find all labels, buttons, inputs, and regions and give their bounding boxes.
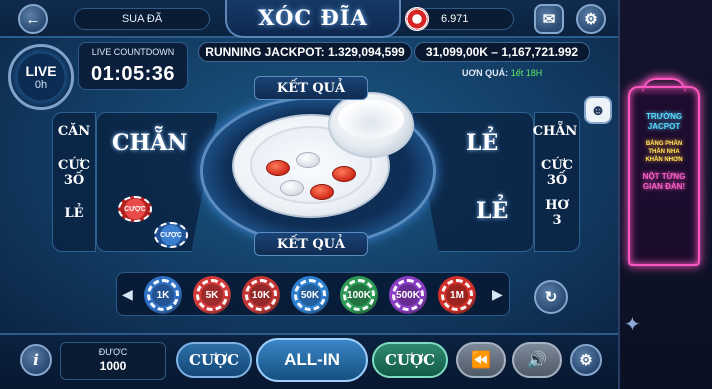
info-button[interactable]: i	[20, 344, 52, 376]
chip-5k[interactable]: 5K	[193, 276, 231, 314]
neon-line-1: TRƯỜNG JACPOT	[645, 112, 683, 131]
running-jackpot: RUNNING JACKPOT: 1.329,094,599	[198, 42, 412, 62]
coin-red	[310, 184, 334, 200]
bet-button-left[interactable]: CƯỢC	[176, 342, 252, 378]
bet-left-3[interactable]: LẺ	[52, 206, 96, 221]
gear-icon: ⚙	[579, 352, 593, 369]
chip-1m[interactable]: 1M	[438, 276, 476, 314]
settings-button-top[interactable]: ⚙	[576, 4, 606, 34]
coin-white	[296, 152, 320, 168]
arrow-left-icon: ←	[25, 10, 41, 28]
coin-red	[266, 160, 290, 176]
bet-right-3[interactable]: HƠ 3	[534, 198, 580, 228]
game-stage: ← SUA ĐÃ XÓC ĐĨA 6.971 ✉ ⚙ LIVE 0h LIVE …	[0, 0, 712, 389]
mail-icon: ✉	[542, 11, 556, 28]
le-label-bottom: LẺ	[476, 198, 509, 224]
result-tab-bottom[interactable]: KẾT QUẢ	[254, 232, 368, 256]
chip-10k[interactable]: 10K	[242, 276, 280, 314]
live-countdown: LIVE COUNTDOWN 01:05:36	[78, 42, 188, 90]
placed-chip: CƯỢC	[154, 222, 188, 248]
countdown-value: 01:05:36	[90, 63, 176, 85]
speaker-icon: 🔊	[527, 352, 547, 369]
bet-right-1[interactable]: CHẴN	[530, 124, 580, 139]
avatar-button[interactable]: ☻	[584, 96, 612, 124]
username-display: SUA ĐÃ	[74, 8, 210, 30]
history-button[interactable]: ↻	[534, 280, 568, 314]
all-in-button[interactable]: ALL-IN	[256, 338, 368, 382]
live-badge[interactable]: LIVE 0h	[8, 44, 74, 110]
chip-100k[interactable]: 100K	[340, 276, 378, 314]
mail-button[interactable]: ✉	[534, 4, 564, 34]
chip-50k[interactable]: 50K	[291, 276, 329, 314]
rewind-icon: ⏪	[471, 352, 491, 369]
balance-display: 6.971	[405, 7, 514, 31]
sound-button[interactable]: 🔊	[512, 342, 562, 378]
jackpot-secondary: 31,099,00K – 1,167,721.992	[414, 42, 590, 62]
live-label: LIVE	[25, 63, 57, 79]
bet-right-2[interactable]: CỨC 3Ố	[534, 158, 580, 188]
chip-prev-arrow[interactable]: ◀	[122, 286, 133, 303]
le-label-top: LẺ	[466, 130, 499, 156]
info-icon: i	[33, 351, 39, 369]
winner-prefix: UƠN QUÁ:	[462, 68, 509, 78]
neon-line-2: BẢNG PHẦN THẦN NHA KHẦN NHƠN	[645, 141, 683, 163]
countdown-label: LIVE COUNTDOWN	[91, 47, 175, 57]
sparkle-icon: ✦	[624, 314, 641, 336]
bet-left-2[interactable]: CỨC 3Ố	[52, 158, 96, 188]
winner-value: 1ết 18H	[510, 68, 543, 78]
chip-1k[interactable]: 1K	[144, 276, 182, 314]
chip-icon	[405, 7, 429, 31]
prize-label: ĐƯỢC	[98, 347, 128, 357]
coin-red	[332, 166, 356, 182]
neon-sign[interactable]: TRƯỜNG JACPOT BẢNG PHẦN THẦN NHA KHẦN NH…	[628, 86, 700, 266]
gear-icon: ⚙	[584, 11, 598, 28]
balance-value: 6.971	[441, 13, 469, 25]
user-icon: ☻	[590, 101, 606, 119]
neon-line-3: NỘT TỪNG GIAN ĐÀN!	[642, 172, 686, 191]
bet-button-right[interactable]: CƯỢC	[372, 342, 448, 378]
placed-chip: CƯỢC	[118, 196, 152, 222]
chip-next-arrow[interactable]: ▶	[492, 286, 503, 303]
prize-value: 1000	[99, 359, 127, 373]
game-title: XÓC ĐĨA	[225, 0, 401, 38]
coin-white	[280, 180, 304, 196]
result-tab-top[interactable]: KẾT QUẢ	[254, 76, 368, 100]
rewind-button[interactable]: ⏪	[456, 342, 506, 378]
bowl-inner	[338, 100, 404, 138]
bet-left-1[interactable]: CĂN	[52, 124, 96, 139]
back-button[interactable]: ←	[18, 4, 48, 34]
chip-500k[interactable]: 500K	[389, 276, 427, 314]
live-sub: 0h	[34, 79, 48, 91]
winner-line: UƠN QUÁ: 1ết 18H	[462, 68, 542, 78]
prize-box: ĐƯỢC 1000	[60, 342, 166, 380]
chan-label: CHẴN	[112, 130, 188, 156]
settings-button-bottom[interactable]: ⚙	[570, 344, 602, 376]
history-icon: ↻	[544, 289, 558, 306]
